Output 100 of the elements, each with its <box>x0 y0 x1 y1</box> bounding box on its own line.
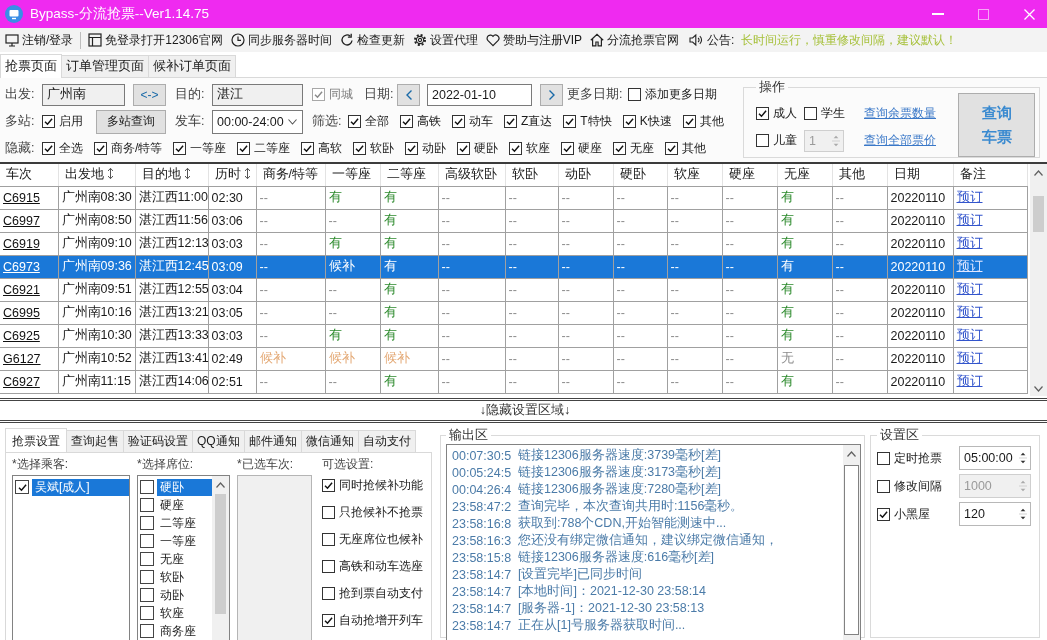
checkbox[interactable] <box>563 115 577 128</box>
checkbox[interactable] <box>804 107 817 120</box>
column-header[interactable]: 历时 <box>208 164 256 186</box>
checkbox[interactable] <box>877 507 890 521</box>
toolbar-button[interactable]: 设置代理 <box>408 29 482 51</box>
checkbox[interactable] <box>504 115 517 128</box>
table-row[interactable]: C6927 广州南11:15 湛江西14:06 02:51 -- -- 有 -- -- -- -- -- -- 有 -- 20220110 预订 <box>0 370 1027 393</box>
query-remaining-link[interactable]: 查询余票数量 <box>864 105 936 122</box>
date-field[interactable]: 2022-01-10 <box>427 83 532 106</box>
checkbox[interactable] <box>682 115 696 128</box>
checkbox[interactable] <box>665 142 679 155</box>
checkbox[interactable] <box>509 142 523 155</box>
table-row[interactable]: C6995 广州南10:16 湛江西13:21 03:05 -- -- 有 -- -- -- -- -- -- 有 -- 20220110 预订 <box>0 301 1027 324</box>
list-item[interactable]: 无座 <box>157 550 212 568</box>
checkbox[interactable] <box>322 506 335 519</box>
column-header[interactable]: 出发地 <box>58 164 135 186</box>
scroll-thumb[interactable] <box>844 465 859 635</box>
table-row[interactable]: C6973 广州南09:36 湛江西12:45 03:09 -- 候补 有 -- -- -- -- -- -- 有 -- 20220110 预订 <box>0 255 1027 278</box>
tab[interactable]: 邮件通知 <box>243 430 302 452</box>
checkbox[interactable] <box>628 88 642 101</box>
list-item[interactable]: 二等座 <box>157 514 212 532</box>
to-station-field[interactable]: 湛江 <box>212 83 303 106</box>
checkbox[interactable] <box>400 115 413 128</box>
tab[interactable]: 验证码设置 <box>123 430 193 452</box>
checkbox[interactable] <box>140 534 154 548</box>
list-item[interactable]: 商务座 <box>157 622 212 640</box>
table-row[interactable]: C6919 广州南09:10 湛江西12:13 03:03 -- 有 有 -- -- -- -- -- -- 有 -- 20220110 预订 <box>0 232 1027 255</box>
toolbar-button[interactable]: 分流抢票官网 <box>586 29 684 51</box>
list-item[interactable]: 软卧 <box>157 568 212 586</box>
tab[interactable]: QQ通知 <box>192 430 245 452</box>
table-row[interactable]: C6921 广州南09:51 湛江西12:55 03:04 -- -- 有 -- -- -- -- -- -- 有 -- 20220110 预订 <box>0 278 1027 301</box>
tab[interactable]: 微信通知 <box>300 430 359 452</box>
checkbox[interactable] <box>140 480 154 494</box>
toolbar-button[interactable]: 免登录打开12306官网 <box>84 29 227 51</box>
checkbox[interactable] <box>322 560 335 573</box>
tab[interactable]: 抢票页面 <box>0 54 62 78</box>
checkbox[interactable] <box>173 142 187 155</box>
checkbox[interactable] <box>140 552 154 566</box>
number-spinner[interactable]: 05:00:00 <box>959 446 1031 470</box>
table-row[interactable]: C6997 广州南08:50 湛江西11:56 03:06 -- -- 有 -- -- -- -- -- -- 有 -- 20220110 预订 <box>0 209 1027 232</box>
checkbox[interactable] <box>322 479 335 492</box>
checkbox[interactable] <box>756 134 769 147</box>
table-cell: -- <box>667 278 722 301</box>
tab[interactable]: 订单管理页面 <box>61 55 149 77</box>
tab[interactable]: 自动支付 <box>357 430 416 452</box>
checkbox[interactable] <box>94 142 107 155</box>
list-item[interactable]: 软座 <box>157 604 212 622</box>
multi-station-button[interactable]: 多站查询 <box>96 109 166 134</box>
number-spinner[interactable]: 120 <box>959 502 1031 526</box>
checkbox[interactable] <box>322 587 335 600</box>
checkbox[interactable] <box>405 142 419 155</box>
departure-time-dropdown[interactable]: 00:00-24:00 <box>212 109 303 134</box>
checkbox[interactable] <box>877 451 890 465</box>
checkbox[interactable] <box>622 115 636 128</box>
checkbox[interactable] <box>140 624 154 638</box>
tab[interactable]: 抢票设置 <box>5 428 67 453</box>
toolbar-button[interactable]: 同步服务器时间 <box>226 29 336 51</box>
query-prices-link[interactable]: 查询全部票价 <box>864 132 936 149</box>
checkbox[interactable] <box>756 107 769 120</box>
checkbox[interactable] <box>140 570 154 584</box>
scrollbar[interactable] <box>212 476 229 640</box>
list-item[interactable]: 硬卧 <box>157 478 212 496</box>
hide-settings-toggle[interactable]: ↓隐藏设置区域↓ <box>479 402 571 419</box>
checkbox[interactable] <box>613 142 627 155</box>
checkbox[interactable] <box>322 614 335 627</box>
checkbox[interactable] <box>301 142 315 155</box>
checkbox[interactable] <box>42 142 55 155</box>
checkbox[interactable] <box>348 115 361 128</box>
scroll-thumb[interactable] <box>1033 196 1044 232</box>
checkbox[interactable] <box>42 115 55 128</box>
checkbox[interactable] <box>561 142 575 155</box>
checkbox[interactable] <box>237 142 251 155</box>
toolbar-button[interactable]: 赞助与注册VIP <box>481 29 587 51</box>
checkbox[interactable] <box>140 498 154 512</box>
table-row[interactable]: C6925 广州南10:30 湛江西13:33 03:03 -- 有 有 -- -- -- -- -- -- 有 -- 20220110 预订 <box>0 324 1027 347</box>
swap-button[interactable]: <-> <box>133 83 166 106</box>
toolbar-button[interactable]: 检查更新 <box>335 29 409 51</box>
checkbox[interactable] <box>457 142 471 155</box>
checkbox[interactable] <box>452 115 465 128</box>
tab[interactable]: 查询起售 <box>66 430 124 452</box>
table-row[interactable]: C6915 广州南08:30 湛江西11:00 02:30 -- 有 有 -- -- -- -- -- -- 有 -- 20220110 预订 <box>0 186 1027 209</box>
column-header[interactable]: 目的地 <box>135 164 208 186</box>
list-item[interactable]: 动卧 <box>157 586 212 604</box>
table-row[interactable]: G6127 广州南10:52 湛江西13:41 02:49 候补 候补 候补 -- -- -- -- -- -- 无 -- 20220110 预订 <box>0 347 1027 370</box>
tab[interactable]: 候补订单页面 <box>148 55 236 77</box>
checkbox[interactable] <box>140 606 154 620</box>
list-item[interactable]: 一等座 <box>157 532 212 550</box>
toolbar-button[interactable]: 注销/登录 <box>1 29 78 51</box>
scrollbar[interactable] <box>1030 164 1047 396</box>
scrollbar[interactable] <box>843 445 860 640</box>
checkbox[interactable] <box>140 516 154 530</box>
checkbox[interactable] <box>15 480 29 494</box>
checkbox[interactable] <box>140 588 154 602</box>
checkbox[interactable] <box>322 533 335 546</box>
list-item[interactable]: 硬座 <box>157 496 212 514</box>
checkbox[interactable] <box>353 142 367 155</box>
list-item[interactable]: 吴斌[成人] <box>32 478 129 496</box>
from-station-field[interactable]: 广州南 <box>42 83 125 106</box>
close-icon[interactable] <box>1024 8 1035 20</box>
scroll-thumb[interactable] <box>215 494 226 614</box>
